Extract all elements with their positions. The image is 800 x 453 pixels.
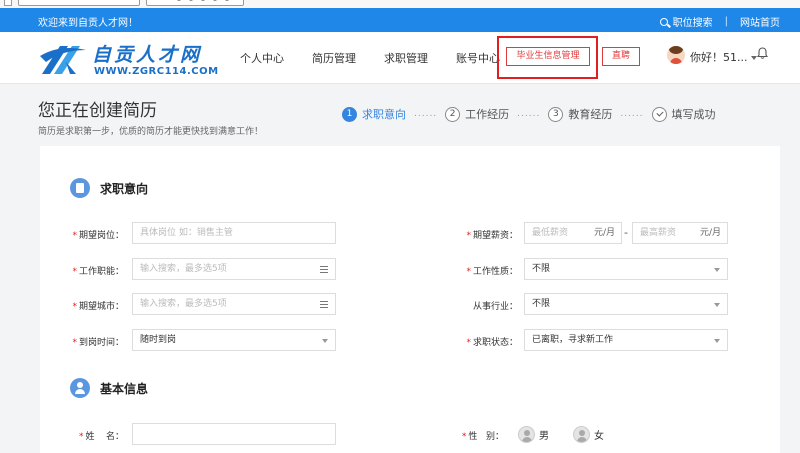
user-icon	[70, 378, 90, 398]
step-number: 2	[445, 106, 461, 122]
field-label: * 求职状态：	[466, 338, 518, 348]
graduate-info-button[interactable]: 毕业生信息管理	[506, 47, 590, 66]
field-label: 从事行业：	[472, 302, 518, 312]
field-label: * 期望城市：	[72, 302, 124, 312]
fragment-box	[18, 0, 140, 6]
welcome-text: 欢迎来到自贡人才网！	[38, 18, 138, 29]
field-label: * 期望岗位：	[72, 231, 124, 241]
document-icon	[70, 178, 90, 198]
expected-city-input[interactable]: 输入搜索，最多选5项	[132, 293, 336, 315]
separator: |	[724, 16, 728, 27]
section-title: 基本信息	[70, 378, 148, 398]
step-label: 填写成功	[671, 108, 716, 121]
step-number: 1	[342, 106, 357, 122]
dropdown-arrow-icon	[714, 339, 720, 343]
step-connector: ......	[517, 109, 541, 119]
dropdown-arrow-icon	[714, 303, 720, 307]
step-number: 3	[548, 106, 564, 122]
site-logo[interactable]: 自贡人才网 WWW.ZGRC114.COM	[40, 38, 218, 82]
dropdown-arrow-icon	[322, 339, 328, 343]
arrival-time-select[interactable]: 随时到岗	[132, 329, 336, 351]
section-title-text: 求职意向	[100, 181, 149, 196]
step-label: 工作经历	[465, 108, 510, 121]
nav-resume-management[interactable]: 简历管理	[312, 50, 356, 66]
male-avatar-icon	[518, 426, 535, 443]
section-title-text: 基本信息	[100, 381, 149, 396]
name-input[interactable]	[132, 423, 336, 445]
gender-male-option[interactable]: 男	[518, 426, 549, 443]
search-icon[interactable]	[659, 17, 668, 26]
avatar[interactable]	[667, 46, 685, 64]
gender-female-option[interactable]: 女	[573, 426, 604, 443]
field-label: * 期望薪资：	[466, 231, 518, 241]
browser-fragment	[0, 0, 800, 8]
top-bar: 欢迎来到自贡人才网！ 职位搜索 | 网站首页	[0, 8, 800, 32]
field-label: * 工作职能：	[72, 267, 124, 277]
main-nav: 个人中心 简历管理 求职管理 账号中心	[240, 50, 528, 66]
bell-icon[interactable]	[757, 47, 768, 59]
job-status-select[interactable]: 已离职，寻求新工作	[524, 329, 728, 351]
step-label: 教育经历	[568, 108, 613, 121]
page-title: 您正在创建简历	[38, 101, 157, 121]
job-function-input[interactable]: 输入搜索，最多选5项	[132, 258, 336, 280]
field-label: * 性 别：	[461, 432, 504, 442]
user-menu[interactable]: 你好！51...	[690, 49, 757, 65]
page-subtitle: 简历是求职第一步，优质的简历才能更快找到满意工作！	[38, 127, 264, 137]
progress-steps: 1 求职意向 ...... 2 工作经历 ...... 3 教育经历 .....…	[342, 106, 716, 122]
check-icon	[651, 106, 667, 122]
logo-url-text: WWW.ZGRC114.COM	[94, 66, 219, 77]
greeting-text: 你好！51...	[690, 51, 748, 64]
step-label: 求职意向	[362, 108, 406, 121]
position-input[interactable]: 具体岗位 如：销售主管	[132, 222, 336, 244]
chevron-down-icon	[750, 56, 757, 60]
nav-account-center[interactable]: 账号中心	[456, 50, 500, 66]
salary-max-input[interactable]: 最高薪资 元/月	[632, 222, 728, 244]
job-search-link[interactable]: 职位搜索	[673, 14, 713, 29]
dropdown-arrow-icon	[714, 268, 720, 272]
home-link[interactable]: 网站首页	[740, 14, 780, 29]
female-avatar-icon	[573, 426, 590, 443]
nav-personal-center[interactable]: 个人中心	[240, 50, 284, 66]
site-header: 自贡人才网 WWW.ZGRC114.COM 个人中心 简历管理 求职管理 账号中…	[0, 32, 800, 84]
fragment-box	[146, 0, 244, 6]
step-connector: ......	[620, 109, 644, 119]
field-label: * 到岗时间：	[72, 338, 124, 348]
direct-hire-button[interactable]: 直聘	[602, 47, 640, 66]
field-label: * 工作性质：	[466, 267, 518, 277]
salary-min-input[interactable]: 最低薪资 元/月	[524, 222, 622, 244]
logo-cn-text: 自贡人才网	[92, 44, 203, 66]
industry-select[interactable]: 不限	[524, 293, 728, 315]
job-nature-select[interactable]: 不限	[524, 258, 728, 280]
resume-form-card: 求职意向 * 期望岗位： 具体岗位 如：销售主管 * 期望薪资： 最低薪资 元/月 -…	[40, 146, 780, 453]
list-icon[interactable]	[320, 301, 328, 308]
nav-job-management[interactable]: 求职管理	[384, 50, 428, 66]
salary-range-dash: -	[624, 226, 628, 239]
step-connector: ......	[414, 109, 438, 119]
field-label: * 姓 名：	[79, 432, 124, 442]
section-title: 求职意向	[70, 178, 148, 198]
list-icon[interactable]	[320, 266, 328, 273]
document-icon	[4, 0, 12, 6]
logo-mark-icon	[40, 46, 86, 74]
